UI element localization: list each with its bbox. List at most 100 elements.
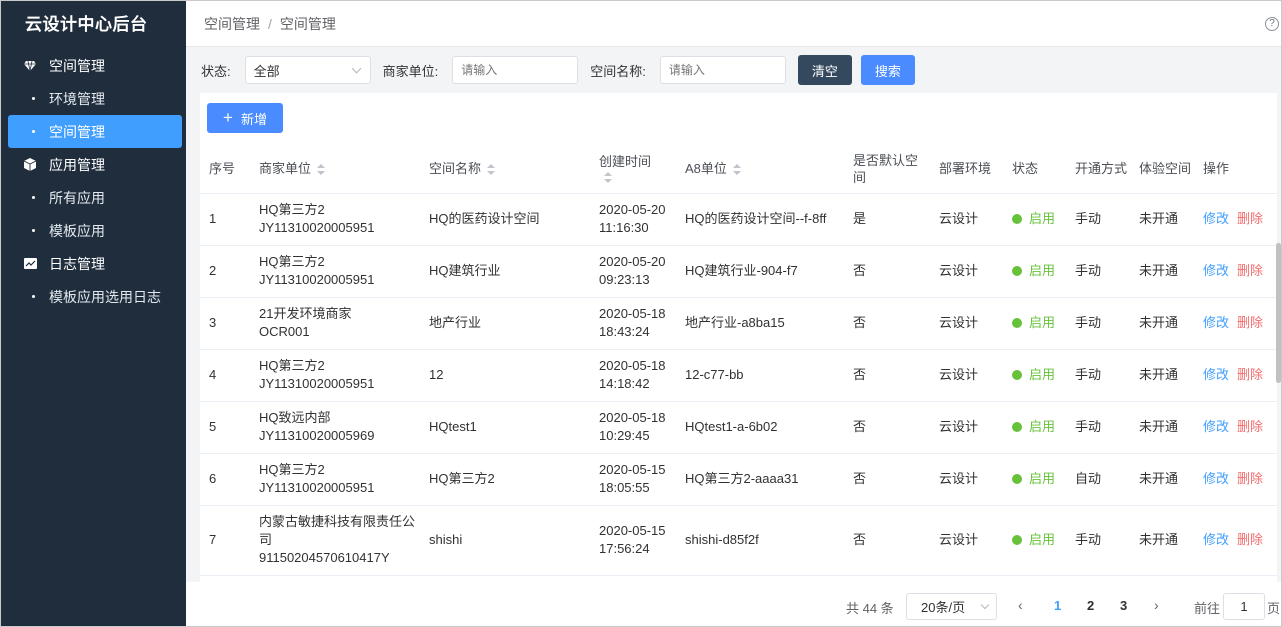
created-date: 2020-05-15 (599, 462, 666, 477)
breadcrumb-parent[interactable]: 空间管理 (204, 14, 260, 34)
bullet-icon (32, 196, 35, 199)
trial-cell: 未开通 (1130, 193, 1194, 246)
page-3-button[interactable]: 3 (1120, 598, 1127, 613)
edit-link[interactable]: 修改 (1203, 367, 1229, 382)
space-name-input[interactable] (659, 56, 786, 84)
prev-page-button[interactable]: ‹ (1018, 597, 1023, 613)
row-index: 7 (200, 505, 250, 576)
status-cell: 启用 (1003, 505, 1066, 576)
table-row: 4 HQ第三方2 JY11310020005951 12 2020-05-18 14:18… (200, 349, 1277, 402)
default-cell: 否 (844, 401, 930, 454)
delete-link[interactable]: 删除 (1237, 471, 1263, 486)
merchant-code: 91150204570610417Y (259, 550, 390, 565)
col-header-label: A8单位 (685, 161, 727, 177)
col-header-a8[interactable]: A8单位 (676, 145, 844, 194)
merchant-cell: HQ第三方2 JY11310020005951 (250, 349, 420, 402)
delete-link[interactable]: 删除 (1237, 367, 1263, 382)
created-date: 2020-05-15 (599, 523, 666, 538)
env-cell: 云设计 (930, 453, 1003, 506)
menu-group-app[interactable]: 应用管理 (1, 148, 186, 181)
actions-cell: 修改 删除 (1194, 505, 1277, 576)
menu-group-label: 日志管理 (49, 255, 105, 272)
merchant-input[interactable] (452, 56, 579, 84)
col-header-space-name[interactable]: 空间名称 (420, 145, 590, 194)
status-text: 启用 (1029, 314, 1056, 330)
created-time: 17:56:24 (599, 541, 650, 556)
sort-icon[interactable] (732, 163, 741, 176)
sort-icon[interactable] (604, 172, 612, 184)
edit-link[interactable]: 修改 (1203, 471, 1229, 486)
merchant-filter-label: 商家单位: (382, 63, 439, 79)
vertical-scrollbar[interactable] (1276, 243, 1281, 383)
row-index: 1 (200, 193, 250, 246)
mode-cell: 手动 (1066, 245, 1130, 298)
col-header-trial: 体验空间 (1130, 145, 1194, 194)
status-cell: 启用 (1003, 193, 1066, 246)
status-select[interactable]: 全部 (244, 56, 371, 84)
a8-cell: HQtest1-a-6b02 (676, 401, 844, 454)
edit-link[interactable]: 修改 (1203, 263, 1229, 278)
row-index: 3 (200, 297, 250, 350)
menu-item-label: 环境管理 (49, 90, 105, 107)
default-cell: 否 (844, 297, 930, 350)
merchant-name: HQ第三方2 (259, 202, 325, 217)
table-row: 6 HQ第三方2 JY11310020005951 HQ第三方2 2020-05-15 1… (200, 453, 1277, 506)
created-cell: 2020-05-15 17:56:24 (590, 505, 676, 576)
mode-cell: 手动 (1066, 297, 1130, 350)
created-time: 14:18:42 (599, 376, 650, 391)
status-cell: 启用 (1003, 401, 1066, 454)
col-header-created[interactable]: 创建时间 (590, 145, 676, 194)
table-row: 1 HQ第三方2 JY11310020005951 HQ的医药设计空间 2020-05-… (200, 193, 1277, 246)
delete-link[interactable]: 删除 (1237, 419, 1263, 434)
status-filter-label: 状态: (201, 63, 231, 79)
clear-button[interactable]: 清空 (797, 55, 852, 85)
merchant-cell: HQ第三方2 JY11310020005951 (250, 193, 420, 246)
created-date: 2020-05-18 (599, 306, 666, 321)
menu-item-template-log[interactable]: 模板应用选用日志 (8, 280, 182, 313)
edit-link[interactable]: 修改 (1203, 211, 1229, 226)
sort-icon[interactable] (317, 163, 326, 176)
sort-icon[interactable] (487, 163, 496, 176)
merchant-code: OCR001 (259, 324, 310, 339)
delete-link[interactable]: 删除 (1237, 263, 1263, 278)
page-1-button[interactable]: 1 (1054, 598, 1061, 613)
log-icon (23, 257, 37, 271)
status-text: 启用 (1029, 210, 1056, 226)
space-filter-label: 空间名称: (590, 63, 646, 79)
row-index: 5 (200, 401, 250, 454)
created-cell: 2020-05-18 14:18:42 (590, 349, 676, 402)
menu-item-label: 模板应用 (49, 222, 105, 239)
col-header-merchant[interactable]: 商家单位 (250, 145, 420, 194)
created-time: 18:05:55 (599, 480, 650, 495)
space-name-cell: HQtest1 (420, 401, 590, 454)
menu-group-log[interactable]: 日志管理 (1, 247, 186, 280)
menu-group-label: 应用管理 (49, 156, 105, 173)
page-2-button[interactable]: 2 (1087, 598, 1094, 613)
edit-link[interactable]: 修改 (1203, 532, 1229, 547)
edit-link[interactable]: 修改 (1203, 315, 1229, 330)
col-header-mode: 开通方式 (1066, 145, 1130, 194)
menu-item-env[interactable]: 环境管理 (8, 82, 182, 115)
next-page-button[interactable]: › (1154, 597, 1159, 613)
goto-page-input[interactable]: 1 (1223, 593, 1265, 620)
menu-group-space[interactable]: 空间管理 (1, 49, 186, 82)
delete-link[interactable]: 删除 (1237, 211, 1263, 226)
row-index: 6 (200, 453, 250, 506)
cube-icon (23, 158, 37, 172)
a8-cell: HQ建筑行业-904-f7 (676, 245, 844, 298)
search-button[interactable]: 搜索 (860, 55, 915, 85)
help-icon[interactable]: ? (1265, 17, 1279, 31)
delete-link[interactable]: 删除 (1237, 532, 1263, 547)
delete-link[interactable]: 删除 (1237, 315, 1263, 330)
status-badge: 启用 (1012, 314, 1055, 332)
menu-item-all-apps[interactable]: 所有应用 (8, 181, 182, 214)
status-cell: 启用 (1003, 297, 1066, 350)
page-size-select[interactable]: 20条/页 (906, 593, 997, 620)
created-date: 2020-05-18 (599, 410, 666, 425)
menu-item-template-apps[interactable]: 模板应用 (8, 214, 182, 247)
menu-item-space[interactable]: 空间管理 (8, 115, 182, 148)
status-cell: 启用 (1003, 349, 1066, 402)
bullet-icon (32, 295, 35, 298)
edit-link[interactable]: 修改 (1203, 419, 1229, 434)
add-button[interactable]: + 新增 (207, 103, 283, 133)
